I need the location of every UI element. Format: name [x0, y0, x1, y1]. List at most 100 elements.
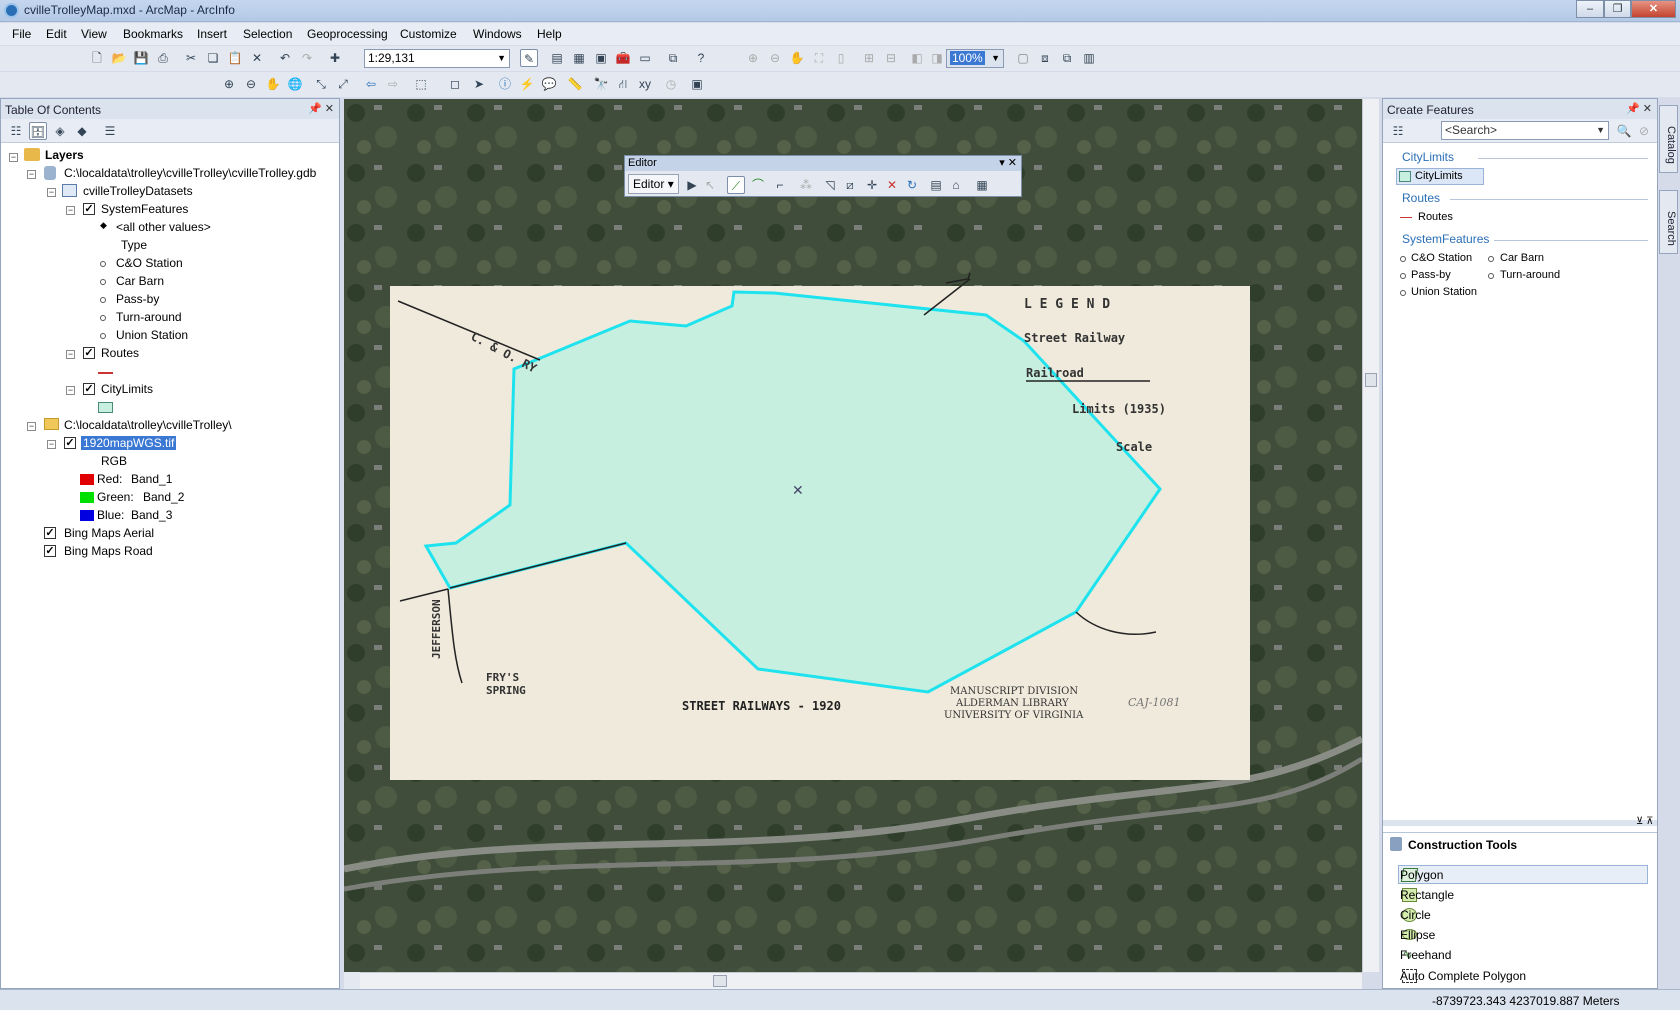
menu-file[interactable]: File — [12, 27, 31, 41]
template-co-station[interactable]: C&O Station — [1411, 252, 1472, 264]
collapse-icon[interactable]: − — [66, 386, 75, 395]
menu-bookmarks[interactable]: Bookmarks — [123, 27, 183, 41]
bing-road-visibility-checkbox[interactable]: ✓ — [44, 545, 56, 557]
scroll-thumb[interactable] — [713, 975, 727, 987]
catalog-icon[interactable]: ▦ — [570, 49, 588, 67]
collapse-icon[interactable]: − — [47, 440, 56, 449]
splitter[interactable] — [1383, 820, 1657, 826]
search-side-tab[interactable]: Search — [1659, 190, 1678, 254]
save-icon[interactable]: 💾 — [132, 49, 150, 67]
go-to-xy-icon[interactable]: xy — [636, 75, 654, 93]
data-driven-pages-icon[interactable]: ▥ — [1080, 49, 1098, 67]
layout-zoom-out-icon[interactable]: ⊖ — [766, 49, 784, 67]
map-horizontal-scrollbar[interactable] — [360, 972, 1362, 989]
identify-icon[interactable]: ⓘ — [496, 75, 514, 93]
panel-resize-icons[interactable]: ⊻ ⊼ — [1636, 816, 1653, 827]
clear-selection-icon[interactable]: ◻ — [446, 75, 464, 93]
add-data-icon[interactable]: ✚ — [326, 49, 344, 67]
edit-vertices-icon[interactable]: ⁂ — [797, 176, 815, 194]
change-layout-icon[interactable]: ⧉ — [1058, 49, 1076, 67]
close-window-button[interactable]: ✕ — [1631, 0, 1676, 18]
edit-tool-icon[interactable]: ▶ — [683, 176, 701, 194]
print-icon[interactable]: ⎙ — [154, 49, 172, 67]
toc-basemap[interactable]: Bing Maps Aerial — [64, 526, 154, 540]
tool-rectangle[interactable]: Rectangle — [1400, 888, 1454, 902]
template-car-barn[interactable]: Car Barn — [1500, 252, 1544, 264]
tool-auto-complete-polygon[interactable]: Auto Complete Polygon — [1400, 969, 1526, 983]
find-route-icon[interactable]: ⛙ — [614, 75, 632, 93]
create-features-window-icon[interactable]: ▦ — [973, 176, 991, 194]
toc-sf-value[interactable]: Union Station — [116, 328, 188, 342]
list-by-selection-icon[interactable]: ◆ — [73, 122, 91, 140]
menu-selection[interactable]: Selection — [243, 27, 292, 41]
systemfeatures-visibility-checkbox[interactable]: ✓ — [83, 203, 95, 215]
tool-freehand[interactable]: Freehand — [1400, 948, 1451, 962]
clear-search-icon[interactable]: ⊘ — [1635, 122, 1653, 140]
focus-data-frame-icon[interactable]: ⧈ — [1036, 49, 1054, 67]
copy-icon[interactable]: ❏ — [204, 49, 222, 67]
editor-toolbar-icon[interactable]: ✎ — [520, 49, 538, 67]
menu-insert[interactable]: Insert — [197, 27, 227, 41]
map-display[interactable]: L E G E N D Street Railway Railroad Limi… — [344, 99, 1362, 972]
whats-this-icon[interactable]: ? — [692, 49, 710, 67]
zoom-out-icon[interactable]: ⊖ — [242, 75, 260, 93]
tool-ellipse[interactable]: Ellipse — [1400, 928, 1435, 942]
toc-sf-value[interactable]: Car Barn — [116, 274, 164, 288]
fixed-zoom-in-icon[interactable]: ⤡ — [312, 75, 330, 93]
layout-fixed-zoom-out-icon[interactable]: ⊟ — [882, 49, 900, 67]
hyperlink-icon[interactable]: ⚡ — [518, 75, 536, 93]
menu-edit[interactable]: Edit — [46, 27, 67, 41]
create-viewer-window-icon[interactable]: ▣ — [688, 75, 706, 93]
editor-menu-button[interactable]: Editor ▾ — [628, 174, 679, 194]
table-of-contents-icon[interactable]: ▤ — [548, 49, 566, 67]
toc-raster-selected[interactable]: 1920mapWGS.tif — [81, 436, 177, 450]
zoom-in-icon[interactable]: ⊕ — [220, 75, 238, 93]
toc-sf-value[interactable]: <all other values> — [116, 220, 211, 234]
toggle-draft-mode-icon[interactable]: ▢ — [1014, 49, 1032, 67]
minimize-button[interactable]: – — [1576, 0, 1604, 18]
split-icon[interactable]: ✛ — [863, 176, 881, 194]
arc-segment-icon[interactable]: ⌒ — [749, 176, 767, 194]
reshape-icon[interactable]: ◹ — [821, 176, 839, 194]
menu-view[interactable]: View — [81, 27, 107, 41]
toc-systemfeatures[interactable]: SystemFeatures — [101, 202, 188, 216]
organize-templates-icon[interactable]: ☷ — [1389, 122, 1407, 140]
toc-sf-value[interactable]: Turn-around — [116, 310, 182, 324]
toc-routes[interactable]: Routes — [101, 346, 139, 360]
paste-icon[interactable]: 📋 — [226, 49, 244, 67]
attributes-icon[interactable]: ▤ — [927, 176, 945, 194]
go-forward-icon[interactable]: ⇨ — [384, 75, 402, 93]
html-popup-icon[interactable]: 💬 — [540, 75, 558, 93]
next-extent-layout-icon[interactable]: ◨ — [928, 49, 946, 67]
sketch-properties-icon[interactable]: ⌂ — [947, 176, 965, 194]
undo-icon[interactable]: ↶ — [276, 49, 294, 67]
delete-icon[interactable]: ✕ — [248, 49, 266, 67]
previous-extent-layout-icon[interactable]: ◧ — [908, 49, 926, 67]
scroll-thumb[interactable] — [1365, 373, 1377, 387]
menu-geoprocessing[interactable]: Geoprocessing — [307, 27, 388, 41]
maximize-button[interactable]: ❐ — [1604, 0, 1631, 18]
toc-pin-close[interactable]: 📌 ✕ — [308, 102, 334, 115]
citylimits-visibility-checkbox[interactable]: ✓ — [83, 383, 95, 395]
routes-visibility-checkbox[interactable]: ✓ — [83, 347, 95, 359]
layout-fixed-zoom-in-icon[interactable]: ⊞ — [860, 49, 878, 67]
template-routes[interactable]: Routes — [1418, 211, 1453, 223]
zoom-whole-page-icon[interactable]: ⛶ — [810, 49, 828, 67]
straight-segment-icon[interactable]: ⟋ — [727, 176, 745, 194]
delete-vertex-icon[interactable]: ✕ — [883, 176, 901, 194]
map-canvas[interactable]: L E G E N D Street Railway Railroad Limi… — [344, 99, 1362, 972]
map-scale-combo[interactable]: 1:29,131 ▼ — [364, 49, 510, 68]
toc-gdb-path[interactable]: C:\localdata\trolley\cvilleTrolley\cvill… — [64, 166, 316, 180]
measure-icon[interactable]: 📏 — [566, 75, 584, 93]
toc-folder-path[interactable]: C:\localdata\trolley\cvilleTrolley\ — [64, 418, 232, 432]
new-icon[interactable]: 🗋 — [88, 49, 106, 67]
pan-icon[interactable]: ✋ — [264, 75, 282, 93]
template-search-input[interactable]: <Search> ▼ — [1441, 121, 1609, 140]
rotate-icon[interactable]: ↻ — [903, 176, 921, 194]
toc-sf-value[interactable]: C&O Station — [116, 256, 183, 270]
template-pass-by[interactable]: Pass-by — [1411, 269, 1451, 281]
toc-dataset[interactable]: cvilleTrolleyDatasets — [83, 184, 193, 198]
list-by-drawing-order-icon[interactable]: ☷ — [7, 122, 25, 140]
collapse-icon[interactable]: − — [27, 422, 36, 431]
full-extent-icon[interactable]: 🌐 — [286, 75, 304, 93]
